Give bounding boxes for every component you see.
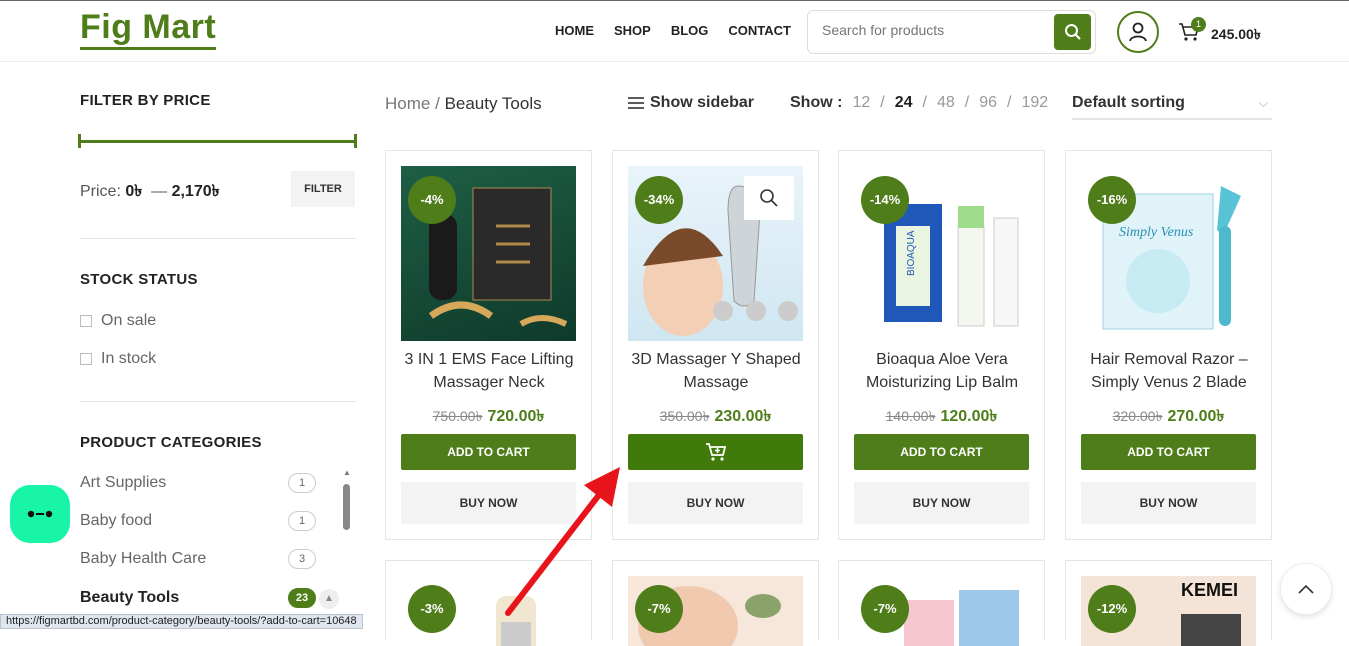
breadcrumb-current: Beauty Tools [444,94,542,113]
chat-icon [27,510,53,518]
chevron-down-icon: ⌵ [1258,96,1268,110]
menu-icon [628,97,644,109]
per-page-192[interactable]: 192 [1021,94,1048,112]
price-range-text: Price: 0৳ — 2,170৳ [80,183,220,200]
price-slider-track[interactable] [80,140,356,143]
discount-badge: -14% [861,176,909,224]
nav-shop[interactable]: SHOP [604,23,661,38]
search-icon [1064,24,1081,40]
product-title[interactable]: Hair Removal Razor – Simply Venus 2 Blad… [1074,348,1264,394]
site-logo[interactable]: Fig Mart [80,7,217,50]
scroll-to-top-button[interactable] [1280,563,1332,615]
category-scrollbar[interactable] [343,484,350,530]
buy-now-button[interactable]: BUY NOW [1081,482,1256,524]
divider [80,401,356,402]
nav-contact[interactable]: CONTACT [718,23,801,38]
per-page-selector: Show : 12/ 24/ 48/ 96/ 192 [790,94,1049,112]
product-card: -7% [838,560,1045,646]
product-categories-title: PRODUCT CATEGORIES [80,434,262,451]
product-card: -34% 3D Massager Y Shaped Massage 350.00… [612,150,819,540]
search-icon [760,189,778,207]
product-card: -7% [612,560,819,646]
add-to-cart-button[interactable]: ADD TO CART [854,434,1029,470]
breadcrumb: Home / Beauty Tools [385,94,542,113]
product-title[interactable]: 3D Massager Y Shaped Massage [621,348,811,394]
checkbox[interactable] [80,315,92,327]
breadcrumb-home[interactable]: Home [385,94,430,113]
per-page-48[interactable]: 48 [937,94,955,112]
product-card: KEMEI -12% [1065,560,1272,646]
discount-badge: -34% [635,176,683,224]
category-beauty-tools[interactable]: Beauty Tools 23 [80,588,316,608]
show-sidebar-button[interactable]: Show sidebar [628,94,754,112]
buy-now-button[interactable]: BUY NOW [854,482,1029,524]
product-card: Simply Venus -16% Hair Removal Razor – S… [1065,150,1272,540]
annotation-arrow-icon [505,467,620,616]
scroll-up-arrow-icon[interactable]: ▲ [343,468,351,477]
site-header: Fig Mart HOME SHOP BLOG CONTACT 1 245.00… [0,0,1349,62]
stock-status-title: STOCK STATUS [80,271,198,288]
category-art-supplies[interactable]: Art Supplies 1 [80,473,316,493]
discount-badge: -3% [408,585,456,633]
cart-icon [705,443,726,461]
discount-badge: -7% [861,585,909,633]
user-icon [1129,22,1147,42]
svg-text:BIOAQUA: BIOAQUA [906,230,917,276]
add-to-cart-button[interactable]: ADD TO CART [1081,434,1256,470]
product-title[interactable]: Bioaqua Aloe Vera Moisturizing Lip Balm [847,348,1037,394]
divider [80,238,356,239]
nav-home[interactable]: HOME [545,23,604,38]
discount-badge: -12% [1088,585,1136,633]
discount-badge: -7% [635,585,683,633]
per-page-24[interactable]: 24 [895,94,913,112]
search-button[interactable] [1054,14,1091,50]
category-baby-food[interactable]: Baby food 1 [80,511,316,531]
quick-view-button[interactable] [744,176,794,220]
price-slider-min-handle[interactable] [78,134,81,148]
checkbox[interactable] [80,353,92,365]
price-slider-max-handle[interactable] [354,134,357,148]
filter-button[interactable]: FILTER [291,171,355,207]
cart-count-badge: 1 [1191,17,1206,32]
product-title[interactable]: 3 IN 1 EMS Face Lifting Massager Neck [394,348,584,394]
discount-badge: -16% [1088,176,1136,224]
per-page-96[interactable]: 96 [979,94,997,112]
category-baby-health-care[interactable]: Baby Health Care 3 [80,549,316,569]
product-card: BIOAQUA -14% Bioaqua Aloe Vera Moisturiz… [838,150,1045,540]
filter-by-price-title: FILTER BY PRICE [80,92,211,109]
chat-widget-button[interactable] [10,485,70,543]
buy-now-button[interactable]: BUY NOW [628,482,803,524]
sorting-select[interactable]: Default sorting ⌵ [1072,90,1272,120]
status-bar-url: https://figmartbd.com/product-category/b… [0,614,363,629]
product-price: 750.00৳ 720.00৳ [432,408,545,425]
account-button[interactable] [1117,11,1159,53]
stock-option-in-stock[interactable]: In stock [80,350,156,368]
per-page-12[interactable]: 12 [852,94,870,112]
discount-badge: -4% [408,176,456,224]
chevron-up-icon [1298,584,1314,594]
main-nav: HOME SHOP BLOG CONTACT [545,23,801,38]
product-price: 140.00৳ 120.00৳ [885,408,998,425]
nav-blog[interactable]: BLOG [661,23,719,38]
add-to-cart-button[interactable] [628,434,803,470]
cart-total[interactable]: 245.00৳ [1211,23,1261,47]
search-input[interactable] [822,22,1042,38]
product-price: 350.00৳ 230.00৳ [659,408,772,425]
chevron-up-icon[interactable]: ▲ [319,589,339,609]
svg-text:Simply Venus: Simply Venus [1119,225,1194,240]
kemei-brand-text: KEMEI [1181,580,1239,600]
product-price: 320.00৳ 270.00৳ [1112,408,1225,425]
stock-option-on-sale[interactable]: On sale [80,312,156,330]
search-box [807,10,1096,54]
